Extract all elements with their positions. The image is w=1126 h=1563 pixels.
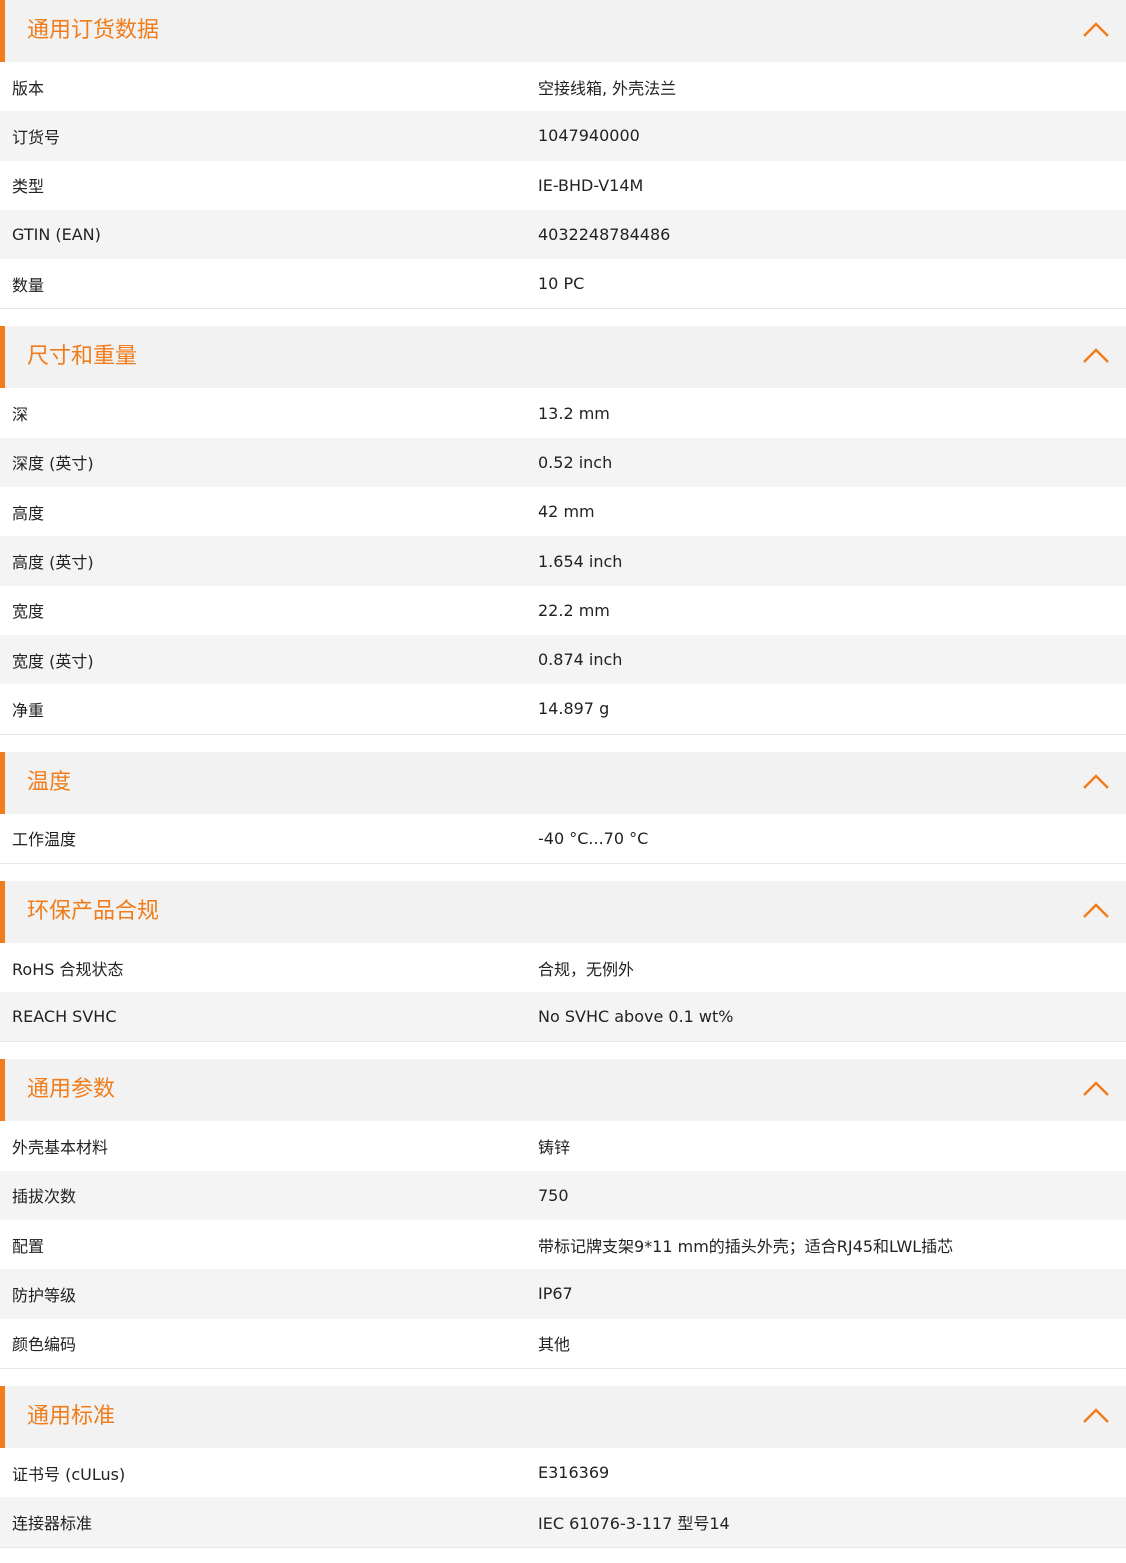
spec-row: 外壳基本材料 铸锌 xyxy=(0,1121,1126,1171)
spec-label: 配置 xyxy=(12,1236,45,1256)
section-header[interactable]: 通用订货数据 xyxy=(0,0,1126,62)
spec-label: 深 xyxy=(12,405,29,425)
spec-row: 类型 IE-BHD-V14M xyxy=(0,160,1126,210)
spec-value: 750 xyxy=(538,1185,569,1205)
spec-value: IP67 xyxy=(538,1284,573,1304)
spec-label: 高度 (英寸) xyxy=(12,553,94,573)
chevron-up-icon[interactable] xyxy=(1082,1078,1110,1100)
spec-label: REACH SVHC xyxy=(12,1007,117,1027)
section-body: 版本 空接线箱, 外壳法兰订货号 1047940000 类型 IE-BHD-V14M GT… xyxy=(0,62,1126,309)
spec-row: 深度 (英寸) 0.52 inch xyxy=(0,437,1126,488)
spec-value: No SVHC above 0.1 wt% xyxy=(538,1007,734,1027)
spec-value: IEC 61076-3-117 型号14 xyxy=(538,1513,730,1533)
section-header[interactable]: 温度 xyxy=(0,751,1126,814)
spec-value: 铸锌 xyxy=(538,1138,571,1158)
chevron-up-icon[interactable] xyxy=(1082,771,1110,793)
spec-value: E316369 xyxy=(538,1463,610,1483)
spec-value: 10 PC xyxy=(538,274,585,294)
spec-label: 证书号 (cULus) xyxy=(12,1464,126,1484)
spec-section: 通用标准证书号 (cULus) E316369 连接器标准 IEC 61076-3-1… xyxy=(0,1385,1126,1547)
section-title: 环保产品合规 xyxy=(27,898,160,924)
spec-value: 1047940000 xyxy=(538,126,640,146)
spec-section: 温度工作温度 -40 °C...70 °C xyxy=(0,751,1126,863)
section-body: 工作温度 -40 °C...70 °C xyxy=(0,813,1126,863)
spec-value: 42 mm xyxy=(538,502,595,522)
spec-row: 高度 42 mm xyxy=(0,487,1126,537)
section-title: 通用订货数据 xyxy=(27,18,160,43)
spec-section: 环保产品合规 RoHS 合规状态 合规，无例外 REACH SVHC No SVHC a… xyxy=(0,880,1126,1042)
spec-label: 工作温度 xyxy=(12,830,77,850)
spec-value: 0.52 inch xyxy=(538,452,613,472)
section-header[interactable]: 尺寸和重量 xyxy=(0,326,1126,389)
spec-value: 4032248784486 xyxy=(538,225,671,245)
spec-row: 高度 (英寸) 1.654 inch xyxy=(0,536,1126,586)
section-title: 尺寸和重量 xyxy=(27,344,138,370)
spec-label: 颜色编码 xyxy=(12,1335,77,1355)
spec-row: 数量 10 PC xyxy=(0,259,1126,309)
spec-section: 尺寸和重量深 13.2 mm 深度 (英寸) 0.52 inch 高度 42 mm 高度 (… xyxy=(0,326,1126,734)
spec-value: 其他 xyxy=(538,1335,571,1355)
spec-row: 插拔次数 750 xyxy=(0,1170,1126,1221)
spec-label: GTIN (EAN) xyxy=(12,225,101,245)
spec-label: 连接器标准 xyxy=(12,1513,93,1533)
spec-section: 通用订货数据版本 空接线箱, 外壳法兰订货号 1047940000 类型 IE-BHD-… xyxy=(0,0,1126,309)
chevron-up-icon[interactable] xyxy=(1082,19,1110,41)
chevron-up-icon[interactable] xyxy=(1082,1405,1110,1427)
spec-label: 类型 xyxy=(12,177,45,197)
spec-value: 22.2 mm xyxy=(538,600,610,620)
spec-label: 防护等级 xyxy=(12,1285,77,1305)
spec-row: 宽度 (英寸) 0.874 inch xyxy=(0,634,1126,685)
spec-value: 空接线箱, 外壳法兰 xyxy=(538,78,677,98)
spec-label: 版本 xyxy=(12,78,45,98)
spec-section: 通用参数外壳基本材料 铸锌插拔次数 750 配置 带标记牌支架9*11 mm的插头外壳；… xyxy=(0,1059,1126,1368)
spec-label: 宽度 (英寸) xyxy=(12,651,94,671)
product-spec-page: 通用订货数据版本 空接线箱, 外壳法兰订货号 1047940000 类型 IE-BHD-… xyxy=(0,0,1126,1547)
spec-value: IE-BHD-V14M xyxy=(538,175,644,195)
spec-row: RoHS 合规状态 合规，无例外 xyxy=(0,942,1126,993)
spec-row: GTIN (EAN) 4032248784486 xyxy=(0,209,1126,260)
spec-value: 0.874 inch xyxy=(538,650,623,670)
spec-row: 版本 空接线箱, 外壳法兰 xyxy=(0,62,1126,112)
spec-label: 外壳基本材料 xyxy=(12,1138,109,1158)
spec-value: 13.2 mm xyxy=(538,403,610,423)
spec-label: RoHS 合规状态 xyxy=(12,959,124,979)
section-title: 通用标准 xyxy=(27,1403,116,1429)
spec-row: 净重 14.897 g xyxy=(0,684,1126,734)
spec-label: 深度 (英寸) xyxy=(12,454,94,474)
section-header[interactable]: 通用标准 xyxy=(0,1385,1126,1448)
section-header[interactable]: 环保产品合规 xyxy=(0,880,1126,943)
spec-value: 1.654 inch xyxy=(538,551,623,571)
spec-row: 连接器标准 IEC 61076-3-117 型号14 xyxy=(0,1497,1126,1547)
section-body: RoHS 合规状态 合规，无例外 REACH SVHC No SVHC above 0… xyxy=(0,942,1126,1042)
spec-row: REACH SVHC No SVHC above 0.1 wt% xyxy=(0,992,1126,1042)
spec-label: 订货号 xyxy=(12,127,61,147)
spec-row: 防护等级 IP67 xyxy=(0,1269,1126,1319)
spec-label: 数量 xyxy=(12,275,45,295)
spec-value: 14.897 g xyxy=(538,699,610,719)
spec-value: -40 °C...70 °C xyxy=(538,828,649,848)
spec-row: 订货号 1047940000 xyxy=(0,111,1126,161)
spec-value: 带标记牌支架9*11 mm的插头外壳；适合RJ45和LWL插芯 xyxy=(538,1236,954,1256)
section-body: 外壳基本材料 铸锌插拔次数 750 配置 带标记牌支架9*11 mm的插头外壳；适合RJ… xyxy=(0,1121,1126,1368)
spec-label: 宽度 xyxy=(12,602,45,622)
section-body: 深 13.2 mm 深度 (英寸) 0.52 inch 高度 42 mm 高度 (英寸) 1.… xyxy=(0,388,1126,734)
spec-label: 高度 xyxy=(12,503,45,523)
section-body: 证书号 (cULus) E316369 连接器标准 IEC 61076-3-117 型… xyxy=(0,1447,1126,1547)
spec-row: 宽度 22.2 mm xyxy=(0,585,1126,635)
spec-row: 颜色编码 其他 xyxy=(0,1318,1126,1368)
spec-row: 深 13.2 mm xyxy=(0,388,1126,438)
spec-row: 配置 带标记牌支架9*11 mm的插头外壳；适合RJ45和LWL插芯 xyxy=(0,1220,1126,1270)
section-title: 通用参数 xyxy=(27,1077,116,1103)
chevron-up-icon[interactable] xyxy=(1082,900,1110,922)
spec-row: 工作温度 -40 °C...70 °C xyxy=(0,813,1126,863)
spec-row: 证书号 (cULus) E316369 xyxy=(0,1447,1126,1498)
section-header[interactable]: 通用参数 xyxy=(0,1059,1126,1122)
spec-label: 净重 xyxy=(12,700,45,720)
spec-label: 插拔次数 xyxy=(12,1187,77,1207)
spec-value: 合规，无例外 xyxy=(538,959,635,979)
chevron-up-icon[interactable] xyxy=(1082,345,1110,367)
section-title: 温度 xyxy=(27,769,72,795)
